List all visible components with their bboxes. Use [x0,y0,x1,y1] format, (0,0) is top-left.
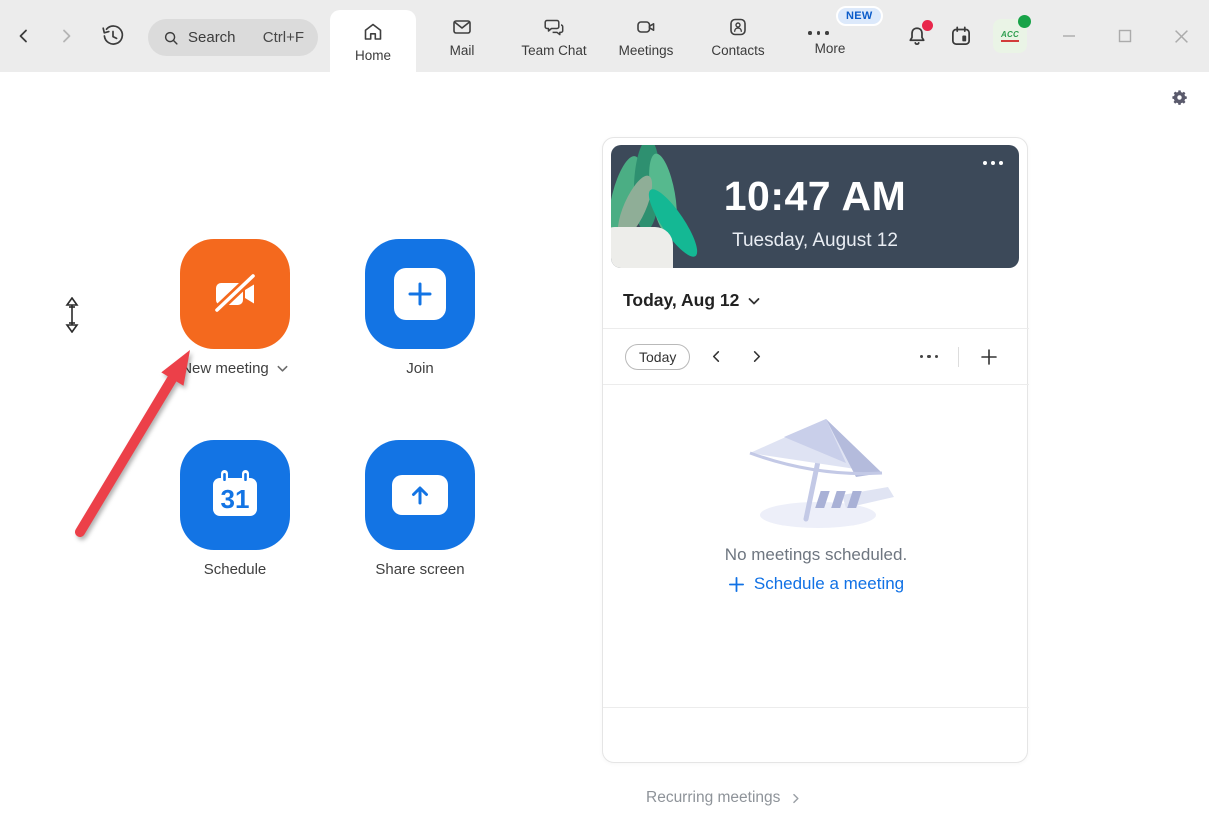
search-placeholder: Search [188,29,236,46]
minimize-button[interactable] [1041,0,1097,72]
action-label: Share screen [375,561,464,578]
maximize-button[interactable] [1097,0,1153,72]
tab-label: Team Chat [521,43,586,58]
more-ellipsis-icon [808,31,829,35]
share-screen-button[interactable] [365,440,475,550]
tab-label: Mail [450,43,475,58]
action-label: Join [406,360,434,377]
contacts-icon [726,15,750,39]
clock-time: 10:47 AM [611,173,1019,220]
clock-date: Tuesday, August 12 [611,230,1019,252]
tab-more[interactable]: NEW More [784,0,876,72]
plus-icon [728,576,745,593]
tab-label: Meetings [619,43,674,58]
search-input[interactable]: Search Ctrl+F [148,19,318,56]
meetings-panel: 10:47 AM Tuesday, August 12 Today, Aug 1… [602,137,1028,763]
add-meeting-button[interactable] [969,342,1009,372]
svg-text:31: 31 [221,484,250,514]
minimize-icon [1062,29,1076,43]
action-join: Join [340,239,500,377]
action-share-screen: Share screen [340,440,500,578]
umbrella-illustration [736,407,896,537]
tab-home[interactable]: Home [330,10,416,72]
nav-forward-button[interactable] [58,28,74,44]
divider [958,347,959,367]
settings-button[interactable] [1170,88,1189,107]
close-button[interactable] [1153,0,1209,72]
profile-avatar[interactable]: ACC [993,19,1027,53]
chevron-left-icon [16,28,32,44]
tab-meetings[interactable]: Meetings [600,0,692,72]
plus-tile-icon [394,268,446,320]
chevron-down-icon[interactable] [276,362,289,375]
calendar-toolbar: Today [603,329,1029,384]
resize-cursor-icon [63,297,81,333]
action-label: Schedule [204,561,267,578]
nav-back-button[interactable] [16,28,32,44]
titlebar: Search Ctrl+F Home Mail [0,0,1209,72]
search-icon [162,29,180,47]
join-button[interactable] [365,239,475,349]
maximize-icon [1118,29,1132,43]
action-label: New meeting [181,360,269,377]
schedule-button[interactable]: 31 [180,440,290,550]
history-clock-icon [100,23,126,49]
tab-label: More [815,41,846,56]
tab-team-chat[interactable]: Team Chat [508,0,600,72]
calendar-button[interactable] [939,14,983,58]
calendar-31-icon: 31 [205,464,265,526]
tab-contacts[interactable]: Contacts [692,0,784,72]
recurring-meetings-link[interactable]: Recurring meetings [646,789,801,807]
share-arrow-icon [392,475,448,515]
date-header-label: Today, Aug 12 [623,290,739,311]
divider [603,707,1029,708]
presence-dot [1018,15,1031,28]
chevron-right-icon [790,793,801,804]
action-new-meeting: New meeting [155,239,315,377]
search-shortcut: Ctrl+F [263,29,304,46]
clock-card-menu[interactable] [983,161,1003,165]
meetings-camera-icon [634,15,658,39]
home-icon [361,20,385,44]
chevron-down-icon [747,294,761,308]
new-meeting-button[interactable] [180,239,290,349]
avatar-logo: ACC [1001,30,1019,42]
mail-icon [450,15,474,39]
today-button[interactable]: Today [625,344,690,370]
prev-day-button[interactable] [696,342,736,372]
schedule-meeting-link[interactable]: Schedule a meeting [728,574,904,594]
calendar-more-button[interactable] [910,345,949,369]
history-button[interactable] [100,23,126,49]
team-chat-icon [542,15,566,39]
tab-label: Home [355,48,391,63]
zoom-app-window: Search Ctrl+F Home Mail [0,0,1209,829]
date-header-dropdown[interactable]: Today, Aug 12 [623,290,761,311]
tab-label: Contacts [711,43,764,58]
clock-card: 10:47 AM Tuesday, August 12 [611,145,1019,268]
notification-dot [922,20,933,31]
new-badge: NEW [836,6,883,26]
video-camera-off-icon [204,263,266,325]
tab-mail[interactable]: Mail [416,0,508,72]
empty-state: No meetings scheduled. Schedule a meetin… [603,385,1029,598]
main-tabs: Home Mail Team Chat [330,0,876,72]
close-icon [1174,29,1189,44]
notifications-button[interactable] [895,14,939,58]
empty-message: No meetings scheduled. [603,545,1029,565]
gear-icon [1170,88,1189,107]
chevron-right-icon [58,28,74,44]
action-schedule: 31 Schedule [155,440,315,578]
calendar-icon [948,23,974,49]
next-day-button[interactable] [736,342,776,372]
